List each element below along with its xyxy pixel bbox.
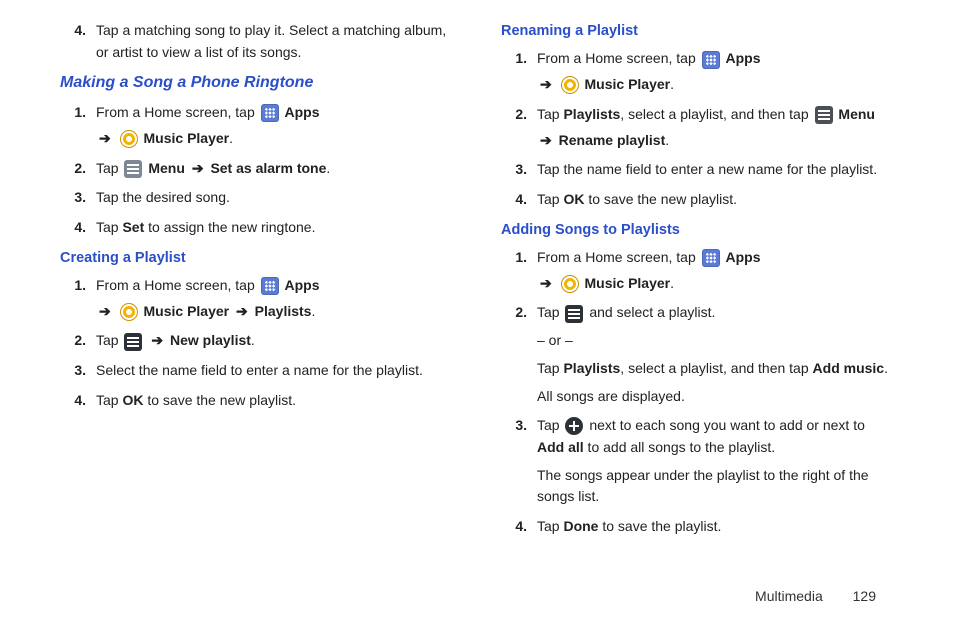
step-sub: ➔ Music Player ➔ Playlists.	[96, 301, 453, 323]
list-item: 2. Tap ➔ New playlist.	[86, 330, 453, 352]
list-item: 4. Tap Done to save the playlist.	[527, 516, 894, 538]
section-heading-create-playlist: Creating a Playlist	[60, 247, 453, 269]
step-text: All songs are displayed.	[537, 386, 894, 408]
list-item: 3. Tap next to each song you want to add…	[527, 415, 894, 508]
list-item: 1. From a Home screen, tap Apps ➔ Music …	[86, 102, 453, 149]
section-heading-ringtone: Making a Song a Phone Ringtone	[60, 71, 453, 96]
step-sub: ➔ Rename playlist.	[537, 130, 894, 152]
step-text: Select the name field to enter a name fo…	[96, 362, 423, 378]
apps-icon	[261, 104, 279, 122]
step-number: 1.	[60, 275, 86, 297]
list-item: 4. Tap OK to save the new playlist.	[86, 390, 453, 412]
apps-icon	[702, 51, 720, 69]
section-heading-add-songs: Adding Songs to Playlists	[501, 219, 894, 241]
step-number: 3.	[501, 415, 527, 437]
list-item: 2. Tap Playlists, select a playlist, and…	[527, 104, 894, 151]
menu-icon	[815, 106, 833, 124]
list-item: 4. Tap Set to assign the new ringtone.	[86, 217, 453, 239]
step-text: From a Home screen, tap Apps	[96, 104, 320, 120]
apps-icon	[261, 277, 279, 295]
step-number: 1.	[60, 102, 86, 124]
footer-section: Multimedia	[755, 588, 823, 604]
step-number: 4.	[60, 390, 86, 412]
step-text: Tap next to each song you want to add or…	[537, 417, 865, 455]
step-text: Tap ➔ New playlist.	[96, 332, 255, 348]
step-sub: ➔ Music Player.	[96, 128, 453, 150]
step-text: From a Home screen, tap Apps	[537, 50, 761, 66]
menu-icon	[124, 333, 142, 351]
step-text: The songs appear under the playlist to t…	[537, 465, 894, 508]
list-item: 2. Tap and select a playlist. – or – Tap…	[527, 302, 894, 407]
step-text: Tap Menu ➔ Set as alarm tone.	[96, 160, 330, 176]
step-sub: ➔ Music Player.	[537, 273, 894, 295]
music-player-icon	[561, 76, 579, 94]
step-number: 1.	[501, 247, 527, 269]
list-item: 3. Select the name field to enter a name…	[86, 360, 453, 382]
step-number: 4.	[60, 217, 86, 239]
step-or: – or –	[537, 330, 894, 352]
step-text: Tap Playlists, select a playlist, and th…	[537, 106, 875, 122]
music-player-icon	[120, 303, 138, 321]
list-item: 4. Tap a matching song to play it. Selec…	[86, 20, 453, 63]
section-heading-rename-playlist: Renaming a Playlist	[501, 20, 894, 42]
page-number: 129	[853, 588, 876, 604]
list-item: 3. Tap the desired song.	[86, 187, 453, 209]
step-text: Tap Done to save the playlist.	[537, 518, 721, 534]
step-number: 2.	[60, 158, 86, 180]
step-text: Tap the desired song.	[96, 189, 230, 205]
list-item: 3. Tap the name field to enter a new nam…	[527, 159, 894, 181]
step-number: 3.	[60, 187, 86, 209]
list-item: 1. From a Home screen, tap Apps ➔ Music …	[527, 247, 894, 294]
step-text: From a Home screen, tap Apps	[96, 277, 320, 293]
list-item: 2. Tap Menu ➔ Set as alarm tone.	[86, 158, 453, 180]
step-number: 2.	[60, 330, 86, 352]
step-text: Tap the name field to enter a new name f…	[537, 161, 877, 177]
step-text: From a Home screen, tap Apps	[537, 249, 761, 265]
menu-icon	[565, 305, 583, 323]
step-sub: ➔ Music Player.	[537, 74, 894, 96]
step-number: 2.	[501, 104, 527, 126]
step-text: Tap Playlists, select a playlist, and th…	[537, 358, 894, 380]
list-item: 1. From a Home screen, tap Apps ➔ Music …	[86, 275, 453, 322]
step-number: 3.	[501, 159, 527, 181]
step-text: Tap Set to assign the new ringtone.	[96, 219, 316, 235]
step-text: Tap and select a playlist.	[537, 304, 715, 320]
step-number: 4.	[501, 189, 527, 211]
step-number: 3.	[60, 360, 86, 382]
step-number: 2.	[501, 302, 527, 324]
music-player-icon	[120, 130, 138, 148]
step-number: 1.	[501, 48, 527, 70]
step-text: Tap OK to save the new playlist.	[537, 191, 737, 207]
list-item: 4. Tap OK to save the new playlist.	[527, 189, 894, 211]
menu-icon	[124, 160, 142, 178]
step-text: Tap OK to save the new playlist.	[96, 392, 296, 408]
add-icon	[565, 417, 583, 435]
step-number: 4.	[60, 20, 86, 42]
apps-icon	[702, 249, 720, 267]
music-player-icon	[561, 275, 579, 293]
page-footer: Multimedia 129	[755, 588, 876, 604]
step-text: Tap a matching song to play it. Select a…	[96, 22, 446, 60]
list-item: 1. From a Home screen, tap Apps ➔ Music …	[527, 48, 894, 95]
step-number: 4.	[501, 516, 527, 538]
